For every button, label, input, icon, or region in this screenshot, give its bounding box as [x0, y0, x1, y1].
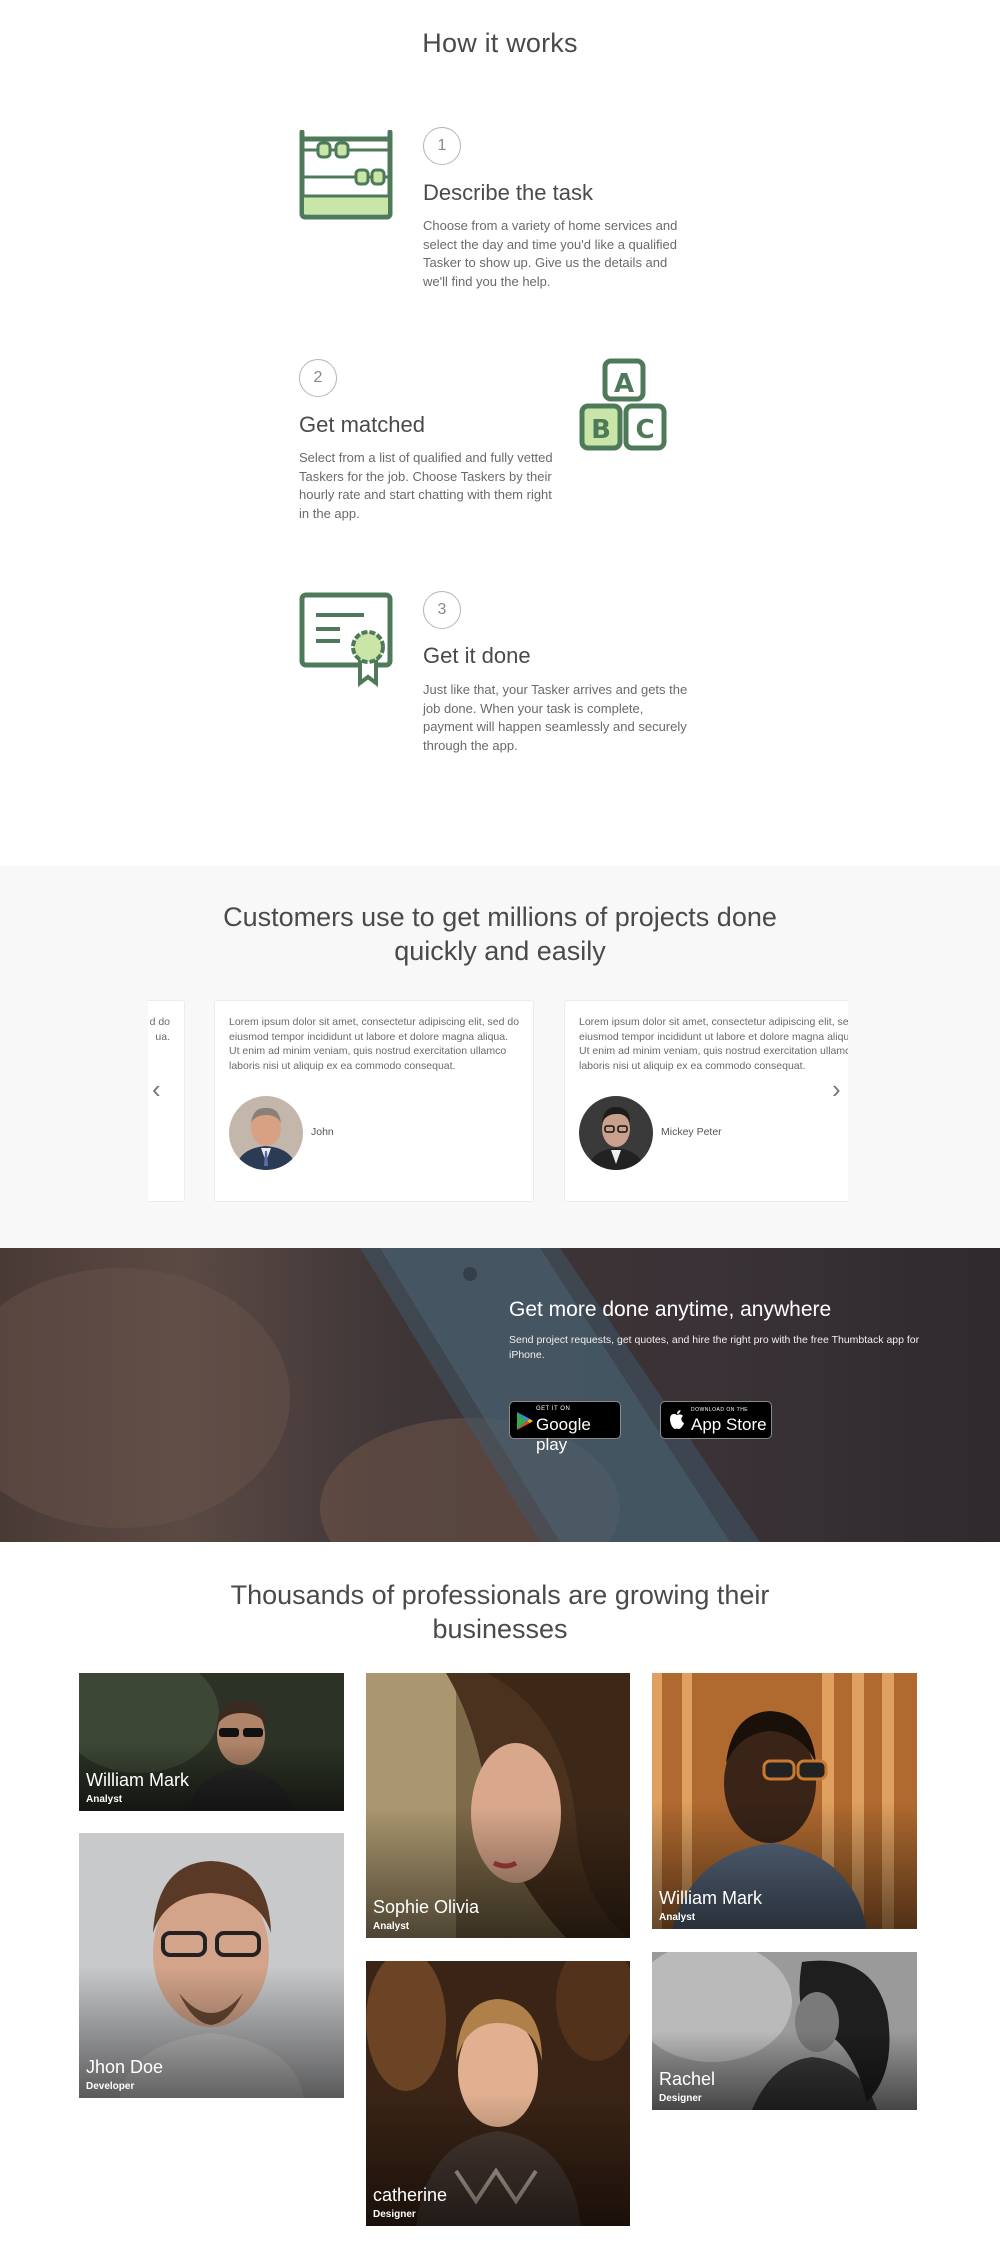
- professional-name: William Mark: [86, 1770, 189, 1790]
- carousel-next-arrow-icon[interactable]: ›: [832, 1076, 841, 1102]
- svg-text:B: B: [591, 415, 611, 445]
- professional-role: Analyst: [659, 1912, 696, 1923]
- testimonial-text: Lorem ipsum dolor sit amet, consectetur …: [229, 1016, 520, 1072]
- apple-icon: [670, 1410, 684, 1429]
- step-number-badge: 2: [299, 359, 337, 397]
- professional-card[interactable]: Jhon Doe Developer: [79, 1833, 344, 2098]
- step-description: Select from a list of qualified and full…: [299, 450, 553, 521]
- step-title: Get matched: [299, 412, 425, 437]
- svg-text:C: C: [635, 415, 654, 445]
- step-title: Get it done: [423, 643, 531, 668]
- professional-name: William Mark: [659, 1888, 762, 1908]
- step-description: Just like that, your Tasker arrives and …: [423, 682, 688, 753]
- step-title: Describe the task: [423, 180, 593, 205]
- professional-card[interactable]: William Mark Analyst: [79, 1673, 344, 1811]
- app-banner-title: Get more done anytime, anywhere: [509, 1298, 832, 1321]
- professional-name: Jhon Doe: [86, 2057, 164, 2077]
- step-number-badge: 3: [423, 591, 461, 629]
- testimonial-text: Lorem ipsum dolor sit amet, consectetur …: [579, 1016, 848, 1072]
- professional-role: Designer: [659, 2093, 702, 2104]
- professional-name: catherine: [373, 2185, 448, 2205]
- step-description: Choose from a variety of home services a…: [423, 218, 678, 289]
- professional-name: Sophie Olivia: [373, 1897, 480, 1917]
- testimonial-card: Lorem ipsum dolor sit amet, consectetur …: [564, 1000, 848, 1202]
- testimonial-author: Mickey Peter: [661, 1126, 722, 1138]
- carousel-prev-arrow-icon[interactable]: ‹: [152, 1076, 161, 1102]
- svg-text:A: A: [614, 369, 634, 399]
- app-download-banner: [0, 1248, 1000, 1542]
- testimonial-carousel: d do ua. Lorem ipsum dolor sit amet, con…: [148, 1000, 848, 1202]
- professional-card[interactable]: Sophie Olivia Analyst: [366, 1673, 630, 1938]
- app-store-button[interactable]: DOWNLOAD ON THE App Store: [660, 1401, 772, 1439]
- professional-role: Developer: [86, 2081, 135, 2092]
- certificate-icon: [299, 592, 393, 687]
- google-play-button[interactable]: GET IT ON Google play: [509, 1401, 621, 1454]
- avatar: [579, 1096, 653, 1170]
- section-title-how-it-works: How it works: [422, 28, 578, 58]
- professional-role: Analyst: [373, 1921, 410, 1932]
- testimonial-card: Lorem ipsum dolor sit amet, consectetur …: [214, 1000, 534, 1202]
- abc-blocks-icon: A B C: [579, 358, 667, 451]
- google-play-icon: [517, 1412, 533, 1430]
- section-title-testimonials: Customers use to get millions of project…: [223, 902, 777, 966]
- professional-card[interactable]: Rachel Designer: [652, 1952, 917, 2110]
- app-banner-subtitle: Send project requests, get quotes, and h…: [509, 1334, 920, 1361]
- professional-name: Rachel: [659, 2069, 716, 2089]
- phone-in-hand-background: [0, 1248, 760, 1542]
- testimonial-author: John: [311, 1126, 334, 1138]
- professional-card[interactable]: William Mark Analyst: [652, 1673, 917, 1929]
- professional-card[interactable]: catherine Designer: [366, 1961, 630, 2226]
- professional-role: Analyst: [86, 1794, 123, 1805]
- professional-role: Designer: [373, 2209, 416, 2220]
- section-title-professionals: Thousands of professionals are growing t…: [230, 1580, 770, 1644]
- avatar: [229, 1096, 303, 1170]
- abacus-icon: [299, 130, 393, 220]
- step-number-badge: 1: [423, 127, 461, 165]
